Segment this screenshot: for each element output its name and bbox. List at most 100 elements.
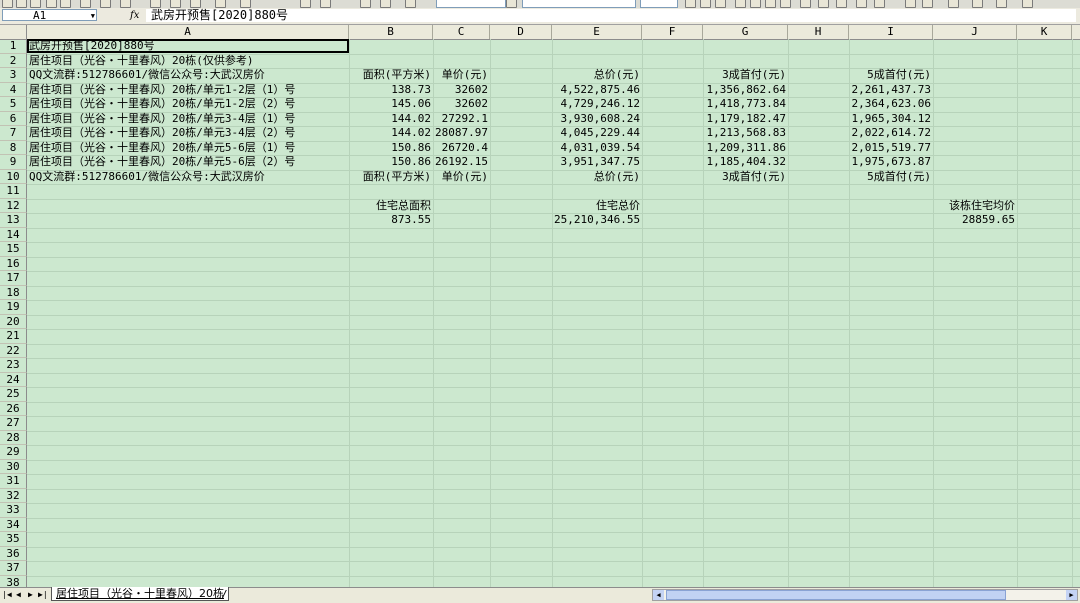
- row-header[interactable]: 32: [0, 488, 27, 503]
- cell-g7[interactable]: 1,213,568.83: [703, 126, 788, 141]
- row-header[interactable]: 9: [0, 155, 27, 170]
- column-header[interactable]: J: [933, 25, 1017, 39]
- row-header[interactable]: 2: [0, 53, 27, 68]
- paste-icon[interactable]: [190, 0, 201, 8]
- cell-i7[interactable]: 2,022,614.72: [849, 126, 933, 141]
- cell-b10[interactable]: 面积(平方米): [349, 170, 433, 185]
- prev-sheet-button[interactable]: ◀: [16, 590, 21, 600]
- sort-ascending-icon[interactable]: [360, 0, 371, 8]
- spreadsheet-grid[interactable]: 武房开预售[2020]880号 居住项目（光谷・十里春风）20栋(仅供参考) Q…: [27, 39, 1080, 587]
- row-header[interactable]: 27: [0, 416, 27, 431]
- column-header[interactable]: K: [1017, 25, 1072, 39]
- row-header[interactable]: 7: [0, 126, 27, 141]
- cell-j12[interactable]: 该栋住宅均价: [933, 199, 1017, 214]
- save-icon[interactable]: [30, 0, 41, 8]
- row-header[interactable]: 23: [0, 358, 27, 373]
- cell-a9[interactable]: 居住项目（光谷・十里春风）20栋/单元5-6层（2）号: [27, 155, 297, 170]
- cell-c7[interactable]: 28087.97: [433, 126, 490, 141]
- name-box[interactable]: A1 ▼: [2, 9, 97, 22]
- scroll-left-icon[interactable]: ◀: [653, 590, 664, 600]
- cell-c5[interactable]: 32602: [433, 97, 490, 112]
- column-header[interactable]: H: [788, 25, 849, 39]
- cell-g8[interactable]: 1,209,311.86: [703, 141, 788, 156]
- row-header[interactable]: 29: [0, 445, 27, 460]
- sort-descending-icon[interactable]: [380, 0, 391, 8]
- cell-a6[interactable]: 居住项目（光谷・十里春风）20栋/单元3-4层（1）号: [27, 112, 297, 127]
- permission-icon[interactable]: [46, 0, 57, 8]
- bold-icon[interactable]: [685, 0, 696, 8]
- cell-i4[interactable]: 2,261,437.73: [849, 83, 933, 98]
- fill-color-icon[interactable]: [972, 0, 983, 8]
- currency-icon[interactable]: [800, 0, 811, 8]
- cell-b3[interactable]: 面积(平方米): [349, 68, 433, 83]
- decrease-indent-icon[interactable]: [905, 0, 916, 8]
- row-header[interactable]: 16: [0, 256, 27, 271]
- decrease-decimal-icon[interactable]: [874, 0, 885, 8]
- increase-decimal-icon[interactable]: [856, 0, 867, 8]
- column-header[interactable]: E: [552, 25, 642, 39]
- increase-indent-icon[interactable]: [922, 0, 933, 8]
- cell-a3[interactable]: QQ文流群:512786601/微信公众号:大武汉房价: [27, 68, 267, 83]
- comma-style-icon[interactable]: [836, 0, 847, 8]
- cell-i6[interactable]: 1,965,304.12: [849, 112, 933, 127]
- row-header[interactable]: 5: [0, 97, 27, 112]
- row-header[interactable]: 21: [0, 329, 27, 344]
- toolbar-options-icon[interactable]: [1022, 0, 1033, 8]
- cell-g10[interactable]: 3成首付(元): [703, 170, 788, 185]
- cell-g3[interactable]: 3成首付(元): [703, 68, 788, 83]
- underline-icon[interactable]: [715, 0, 726, 8]
- cell-e5[interactable]: 4,729,246.12: [552, 97, 642, 112]
- cell-c6[interactable]: 27292.1: [433, 112, 490, 127]
- cell-a10[interactable]: QQ文流群:512786601/微信公众号:大武汉房价: [27, 170, 267, 185]
- row-header[interactable]: 3: [0, 68, 27, 83]
- cell-i3[interactable]: 5成首付(元): [849, 68, 933, 83]
- cell-i5[interactable]: 2,364,623.06: [849, 97, 933, 112]
- cell-a4[interactable]: 居住项目（光谷・十里春风）20栋/单元1-2层（1）号: [27, 83, 297, 98]
- cell-i10[interactable]: 5成首付(元): [849, 170, 933, 185]
- row-header[interactable]: 35: [0, 532, 27, 547]
- open-icon[interactable]: [16, 0, 27, 8]
- align-left-icon[interactable]: [735, 0, 746, 8]
- cell-b13[interactable]: 873.55: [349, 213, 433, 228]
- row-header[interactable]: 22: [0, 343, 27, 358]
- cell-b5[interactable]: 145.06: [349, 97, 433, 112]
- cell-c8[interactable]: 26720.4: [433, 141, 490, 156]
- row-header[interactable]: 37: [0, 561, 27, 576]
- tab-split-handle[interactable]: /: [221, 588, 228, 601]
- row-header[interactable]: 8: [0, 140, 27, 155]
- cell-e4[interactable]: 4,522,875.46: [552, 83, 642, 98]
- cell-g4[interactable]: 1,356,862.64: [703, 83, 788, 98]
- row-header[interactable]: 20: [0, 314, 27, 329]
- select-all-corner[interactable]: [0, 25, 27, 39]
- row-header[interactable]: 15: [0, 242, 27, 257]
- cell-e13[interactable]: 25,210,346.55: [552, 213, 642, 228]
- cell-e7[interactable]: 4,045,229.44: [552, 126, 642, 141]
- cut-icon[interactable]: [150, 0, 161, 8]
- column-header[interactable]: C: [433, 25, 490, 39]
- cell-e10[interactable]: 总价(元): [552, 170, 642, 185]
- cell-i8[interactable]: 2,015,519.77: [849, 141, 933, 156]
- scroll-right-icon[interactable]: ▶: [1066, 590, 1077, 600]
- cell-c3[interactable]: 单价(元): [433, 68, 490, 83]
- cell-e8[interactable]: 4,031,039.54: [552, 141, 642, 156]
- horizontal-scrollbar[interactable]: ◀ ▶: [652, 589, 1078, 601]
- borders-icon[interactable]: [948, 0, 959, 8]
- cell-a1[interactable]: 武房开预售[2020]880号: [27, 39, 157, 54]
- row-header[interactable]: 10: [0, 169, 27, 184]
- align-right-icon[interactable]: [765, 0, 776, 8]
- zoom-select[interactable]: [436, 0, 506, 8]
- row-header[interactable]: 13: [0, 213, 27, 228]
- column-header[interactable]: A: [27, 25, 349, 39]
- cell-e3[interactable]: 总价(元): [552, 68, 642, 83]
- help-icon[interactable]: [506, 0, 517, 8]
- last-sheet-button[interactable]: ▶|: [38, 590, 48, 600]
- cell-g5[interactable]: 1,418,773.84: [703, 97, 788, 112]
- autosum-icon[interactable]: [320, 0, 331, 8]
- font-size-select[interactable]: [640, 0, 678, 8]
- row-header[interactable]: 18: [0, 285, 27, 300]
- cell-c9[interactable]: 26192.15: [433, 155, 490, 170]
- row-header[interactable]: 31: [0, 474, 27, 489]
- first-sheet-button[interactable]: |◀: [2, 590, 12, 600]
- cell-b7[interactable]: 144.02: [349, 126, 433, 141]
- cell-c4[interactable]: 32602: [433, 83, 490, 98]
